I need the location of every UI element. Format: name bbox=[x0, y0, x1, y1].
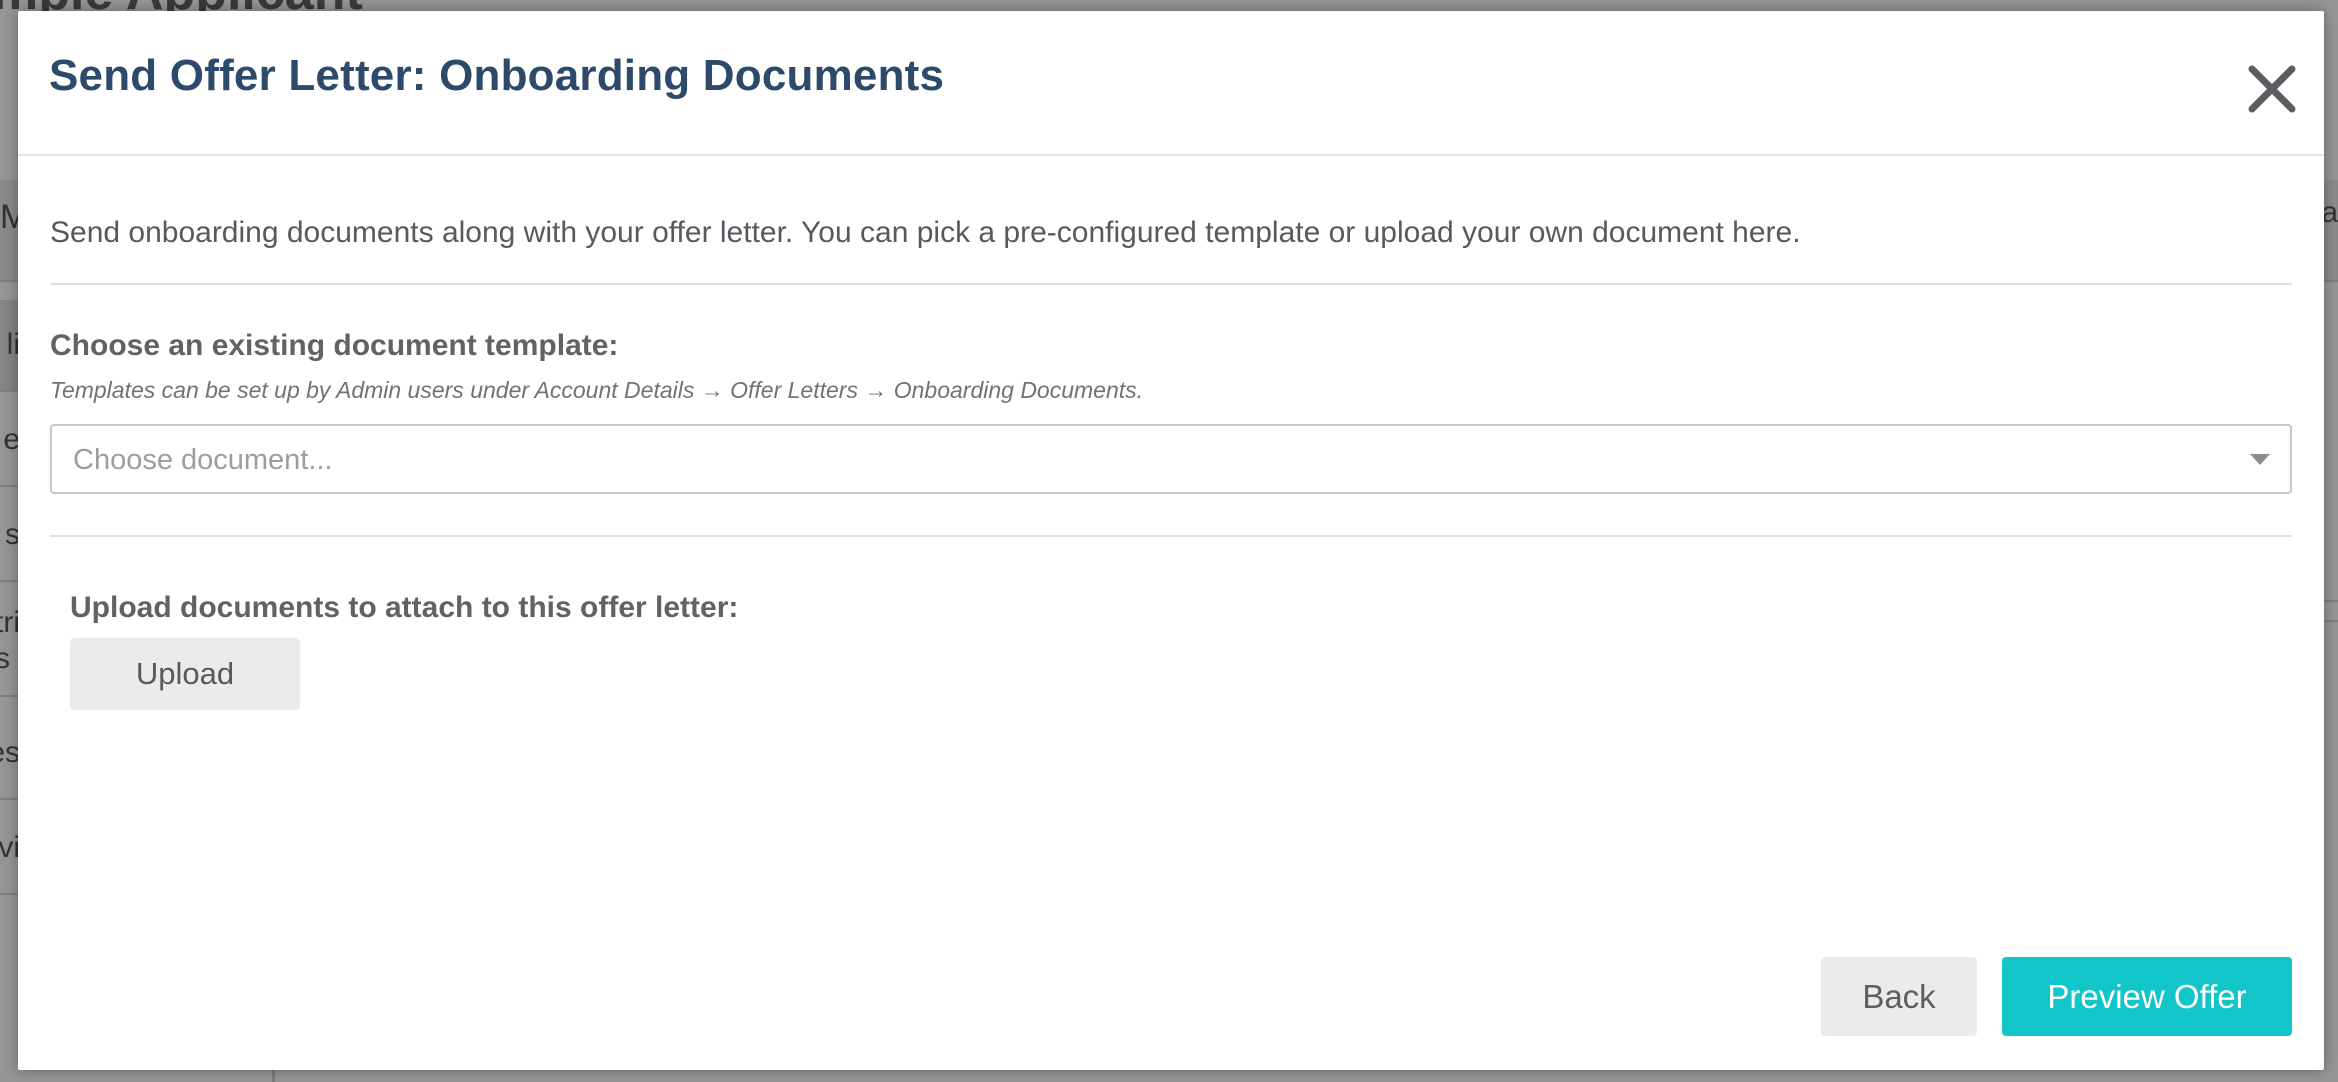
template-hint-text: Templates can be set up by Admin users u… bbox=[50, 377, 1144, 403]
background-sidebar-label: tri s bbox=[0, 606, 20, 675]
offer-documents-dialog: Send Offer Letter: Onboarding Documents … bbox=[18, 11, 2324, 1070]
chevron-down-icon bbox=[2250, 454, 2270, 465]
background-sidebar-label: vi bbox=[0, 831, 20, 864]
dialog-title: Send Offer Letter: Onboarding Documents bbox=[49, 51, 945, 100]
background-sidebar-label: es bbox=[0, 736, 20, 769]
template-section-label: Choose an existing document template: bbox=[50, 329, 619, 362]
background-sidebar-item: vi bbox=[0, 803, 20, 895]
select-placeholder: Choose document... bbox=[73, 444, 333, 476]
dialog-header: Send Offer Letter: Onboarding Documents bbox=[18, 11, 2324, 156]
background-sidebar-item: e bbox=[0, 395, 20, 487]
dialog-intro-text: Send onboarding documents along with you… bbox=[50, 216, 1801, 249]
upload-button[interactable]: Upload bbox=[70, 638, 300, 710]
upload-section-label: Upload documents to attach to this offer… bbox=[70, 591, 739, 624]
section-divider bbox=[50, 535, 2292, 537]
background-sidebar-item: s bbox=[0, 490, 20, 582]
background-sidebar-item: li bbox=[0, 300, 20, 392]
background-sidebar-item: tri s bbox=[0, 585, 20, 697]
section-divider bbox=[50, 283, 2292, 285]
preview-offer-button[interactable]: Preview Offer bbox=[2002, 957, 2292, 1036]
back-button[interactable]: Back bbox=[1821, 957, 1977, 1036]
background-sidebar-item: es bbox=[0, 708, 20, 800]
close-icon[interactable] bbox=[2242, 59, 2302, 119]
document-template-select[interactable]: Choose document... bbox=[50, 424, 2292, 494]
